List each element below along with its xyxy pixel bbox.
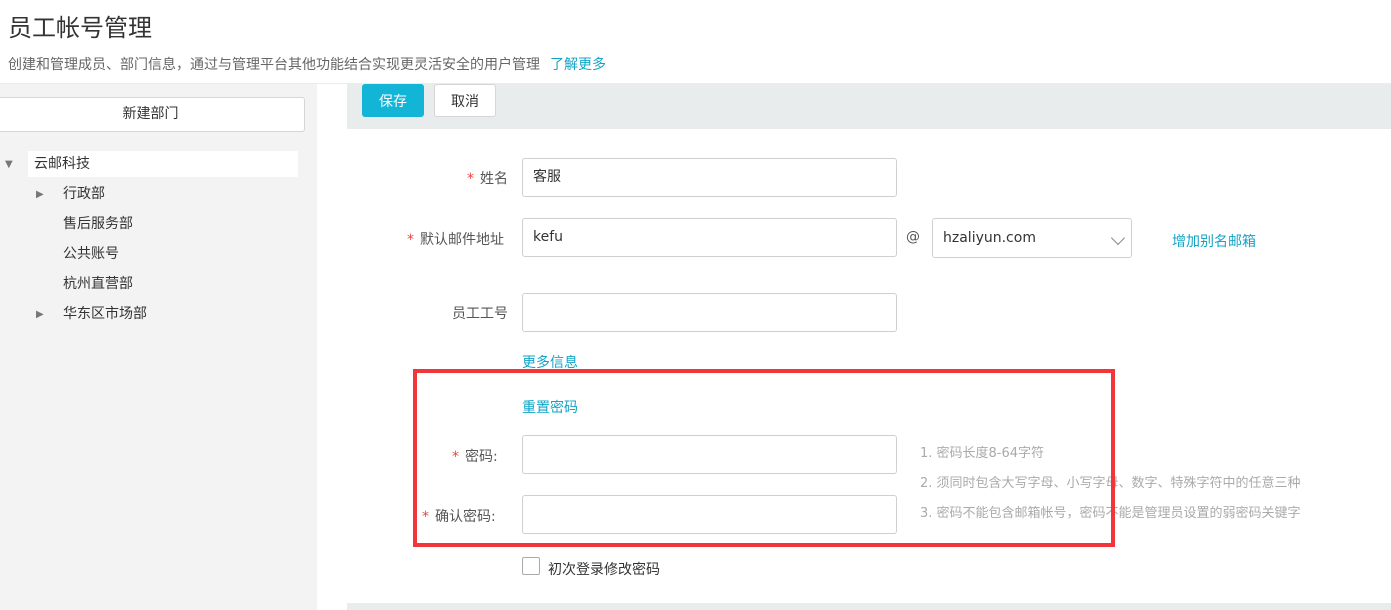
confirm-password-label: * 确认密码: xyxy=(422,506,496,526)
page-description-text: 创建和管理成员、部门信息，通过与管理平台其他功能结合实现更灵活安全的用户管理 xyxy=(8,57,540,73)
first-login-checkbox[interactable] xyxy=(522,557,540,575)
more-info-link[interactable]: 更多信息 xyxy=(522,355,578,368)
name-label-text: 姓名 xyxy=(480,171,508,187)
password-hint-length: 1. 密码长度8-64字符 xyxy=(920,446,1045,461)
tree-item-public-accounts[interactable]: 公共账号 xyxy=(63,241,119,267)
employee-id-label: 员工工号 xyxy=(452,306,508,322)
caret-down-icon[interactable]: ▼ xyxy=(5,159,13,170)
at-sign: @ xyxy=(906,229,920,245)
name-input[interactable]: 客服 xyxy=(522,158,897,197)
domain-select-value: hzaliyun.com xyxy=(943,230,1036,246)
caret-right-icon[interactable]: ▶ xyxy=(36,189,44,200)
email-label: * 默认邮件地址 xyxy=(407,229,504,249)
tree-item-east-market[interactable]: 华东区市场部 xyxy=(63,301,147,327)
password-label-text: 密码: xyxy=(465,449,498,465)
add-alias-link[interactable]: 增加别名邮箱 xyxy=(1172,231,1256,251)
email-label-text: 默认邮件地址 xyxy=(420,232,504,248)
tree-item-hangzhou[interactable]: 杭州直营部 xyxy=(63,271,133,297)
form-toolbar: 保存 取消 xyxy=(347,84,1391,129)
cancel-button[interactable]: 取消 xyxy=(434,84,496,117)
caret-right-icon[interactable]: ▶ xyxy=(36,309,44,320)
chevron-down-icon xyxy=(1110,230,1126,246)
confirm-password-label-text: 确认密码: xyxy=(435,509,496,525)
learn-more-link[interactable]: 了解更多 xyxy=(550,57,606,73)
password-hint-restriction: 3. 密码不能包含邮箱帐号，密码不能是管理员设置的弱密码关键字 xyxy=(920,506,1301,521)
name-label: * 姓名 xyxy=(467,168,508,188)
confirm-password-input[interactable] xyxy=(522,495,897,534)
password-label: * 密码: xyxy=(452,446,498,466)
required-mark: * xyxy=(452,449,459,465)
new-department-button[interactable]: 新建部门 xyxy=(0,97,305,132)
email-input[interactable]: kefu xyxy=(522,218,897,257)
password-hint-complexity: 2. 须同时包含大写字母、小写字母、数字、特殊字符中的任意三种 xyxy=(920,476,1301,491)
password-input[interactable] xyxy=(522,435,897,474)
first-login-label[interactable]: 初次登录修改密码 xyxy=(548,559,660,579)
tree-root-company[interactable]: 云邮科技 xyxy=(28,151,298,177)
department-sidebar: 新建部门 ▼ 云邮科技 ▶ 行政部 售后服务部 公共账号 杭州直营部 ▶ 华东区… xyxy=(0,84,317,610)
bottom-bar xyxy=(347,603,1391,610)
domain-select[interactable]: hzaliyun.com xyxy=(932,218,1132,258)
page-title: 员工帐号管理 xyxy=(8,14,152,42)
save-button[interactable]: 保存 xyxy=(362,84,424,117)
required-mark: * xyxy=(407,232,414,248)
required-mark: * xyxy=(422,509,429,525)
page-description: 创建和管理成员、部门信息，通过与管理平台其他功能结合实现更灵活安全的用户管理 了解… xyxy=(8,54,606,74)
tree-item-admin[interactable]: 行政部 xyxy=(63,181,105,207)
employee-id-input[interactable] xyxy=(522,293,897,332)
tree-item-after-sales[interactable]: 售后服务部 xyxy=(63,211,133,237)
required-mark: * xyxy=(467,171,474,187)
reset-password-link[interactable]: 重置密码 xyxy=(522,397,578,417)
